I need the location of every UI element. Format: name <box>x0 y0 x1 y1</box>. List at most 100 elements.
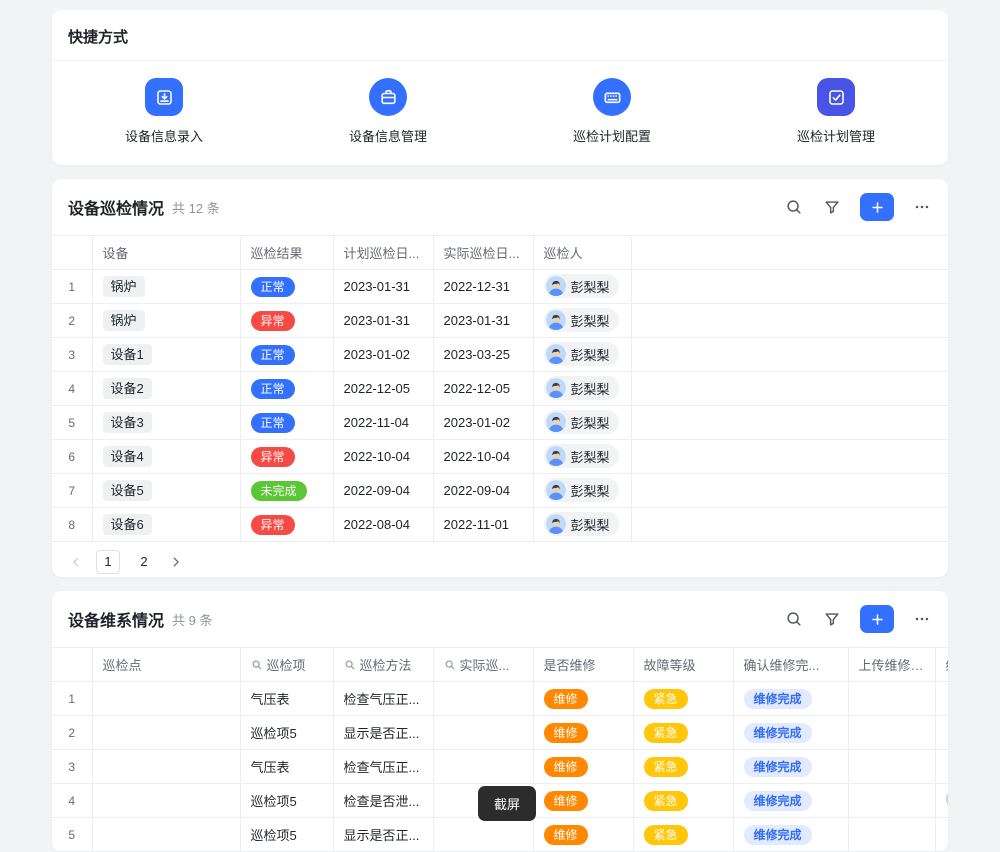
cell-extra[interactable] <box>935 750 948 784</box>
cell-item[interactable]: 气压表 <box>240 750 333 784</box>
search-button[interactable] <box>784 609 804 629</box>
shortcut-item-2[interactable]: 设备信息管理 <box>276 78 500 145</box>
cell-level[interactable]: 紧急 <box>633 750 733 784</box>
cell-inspector[interactable]: 彭梨梨 <box>533 372 631 406</box>
column-header[interactable]: 巡检人 <box>533 236 631 270</box>
column-header[interactable]: 确认维修完... <box>733 648 848 682</box>
add-record-button[interactable] <box>860 193 894 221</box>
cell-method[interactable]: 显示是否正... <box>333 818 433 852</box>
cell-item[interactable]: 巡检项5 <box>240 818 333 852</box>
cell-inspector[interactable]: 彭梨梨 <box>533 440 631 474</box>
prev-page-button[interactable] <box>68 554 84 570</box>
cell-inspector[interactable]: 彭梨梨 <box>533 270 631 304</box>
cell-upload[interactable] <box>848 818 935 852</box>
cell-actual[interactable] <box>433 716 533 750</box>
cell-method[interactable]: 显示是否正... <box>333 716 433 750</box>
cell-device[interactable]: 设备4 <box>92 440 240 474</box>
cell-device[interactable]: 设备3 <box>92 406 240 440</box>
shortcut-item-1[interactable]: 设备信息录入 <box>52 78 276 145</box>
cell-confirm[interactable]: 维修完成 <box>733 750 848 784</box>
column-header[interactable]: 上传维修结... <box>848 648 935 682</box>
cell-point[interactable] <box>92 818 240 852</box>
cell-upload[interactable] <box>848 716 935 750</box>
cell-result[interactable]: 正常 <box>240 406 333 440</box>
cell-repair[interactable]: 维修 <box>533 750 633 784</box>
cell-planned-date[interactable]: 2022-09-04 <box>333 474 433 508</box>
cell-planned-date[interactable]: 2022-08-04 <box>333 508 433 542</box>
cell-method[interactable]: 检查气压正... <box>333 750 433 784</box>
cell-item[interactable]: 气压表 <box>240 682 333 716</box>
cell-actual-date[interactable]: 2022-12-31 <box>433 270 533 304</box>
cell-planned-date[interactable]: 2023-01-02 <box>333 338 433 372</box>
column-header[interactable]: 是否维修 <box>533 648 633 682</box>
cell-actual-date[interactable]: 2022-09-04 <box>433 474 533 508</box>
cell-planned-date[interactable]: 2023-01-31 <box>333 270 433 304</box>
cell-confirm[interactable]: 维修完成 <box>733 716 848 750</box>
maintenance-row[interactable]: 1气压表检查气压正...维修紧急维修完成 <box>52 682 948 716</box>
column-header[interactable]: 巡检方法 <box>333 648 433 682</box>
cell-result[interactable]: 正常 <box>240 270 333 304</box>
shortcut-item-4[interactable]: 巡检计划管理 <box>724 78 948 145</box>
cell-confirm[interactable]: 维修完成 <box>733 682 848 716</box>
inspection-row[interactable]: 1锅炉正常2023-01-312022-12-31彭梨梨 <box>52 270 948 304</box>
cell-upload[interactable] <box>848 682 935 716</box>
page-1-button[interactable]: 1 <box>96 550 120 574</box>
cell-point[interactable] <box>92 716 240 750</box>
cell-item[interactable]: 巡检项5 <box>240 716 333 750</box>
column-header[interactable]: 巡检点 <box>92 648 240 682</box>
cell-repair[interactable]: 维修 <box>533 682 633 716</box>
cell-device[interactable]: 设备1 <box>92 338 240 372</box>
cell-result[interactable]: 未完成 <box>240 474 333 508</box>
add-record-button[interactable] <box>860 605 894 633</box>
cell-upload[interactable] <box>848 784 935 818</box>
filter-button[interactable] <box>822 197 842 217</box>
cell-repair[interactable]: 维修 <box>533 784 633 818</box>
cell-actual-date[interactable]: 2022-11-01 <box>433 508 533 542</box>
column-header[interactable]: 设备 <box>92 236 240 270</box>
cell-repair[interactable]: 维修 <box>533 716 633 750</box>
cell-result[interactable]: 异常 <box>240 508 333 542</box>
cell-planned-date[interactable]: 2022-12-05 <box>333 372 433 406</box>
cell-planned-date[interactable]: 2023-01-31 <box>333 304 433 338</box>
cell-extra[interactable] <box>935 716 948 750</box>
cell-extra[interactable] <box>935 784 948 818</box>
cell-actual[interactable] <box>433 682 533 716</box>
cell-point[interactable] <box>92 682 240 716</box>
maintenance-row[interactable]: 5巡检项5显示是否正...维修紧急维修完成 <box>52 818 948 852</box>
column-header[interactable]: 实际巡检日... <box>433 236 533 270</box>
inspection-row[interactable]: 3设备1正常2023-01-022023-03-25彭梨梨 <box>52 338 948 372</box>
cell-device[interactable]: 设备6 <box>92 508 240 542</box>
cell-actual-date[interactable]: 2022-10-04 <box>433 440 533 474</box>
inspection-row[interactable]: 2锅炉异常2023-01-312023-01-31彭梨梨 <box>52 304 948 338</box>
column-header[interactable]: 计划巡检日... <box>333 236 433 270</box>
cell-confirm[interactable]: 维修完成 <box>733 784 848 818</box>
search-button[interactable] <box>784 197 804 217</box>
cell-method[interactable]: 检查是否泄... <box>333 784 433 818</box>
maintenance-row[interactable]: 2巡检项5显示是否正...维修紧急维修完成 <box>52 716 948 750</box>
cell-inspector[interactable]: 彭梨梨 <box>533 406 631 440</box>
cell-level[interactable]: 紧急 <box>633 818 733 852</box>
cell-confirm[interactable]: 维修完成 <box>733 818 848 852</box>
next-page-button[interactable] <box>168 554 184 570</box>
inspection-row[interactable]: 4设备2正常2022-12-052022-12-05彭梨梨 <box>52 372 948 406</box>
column-header[interactable]: 故障等级 <box>633 648 733 682</box>
more-button[interactable] <box>912 197 932 217</box>
cell-extra[interactable] <box>935 818 948 852</box>
inspection-row[interactable]: 8设备6异常2022-08-042022-11-01彭梨梨 <box>52 508 948 542</box>
cell-upload[interactable] <box>848 750 935 784</box>
cell-actual-date[interactable]: 2023-01-31 <box>433 304 533 338</box>
cell-device[interactable]: 设备2 <box>92 372 240 406</box>
cell-actual-date[interactable]: 2023-01-02 <box>433 406 533 440</box>
cell-level[interactable]: 紧急 <box>633 682 733 716</box>
cell-device[interactable]: 锅炉 <box>92 270 240 304</box>
cell-device[interactable]: 锅炉 <box>92 304 240 338</box>
cell-point[interactable] <box>92 784 240 818</box>
cell-method[interactable]: 检查气压正... <box>333 682 433 716</box>
cell-repair[interactable]: 维修 <box>533 818 633 852</box>
filter-button[interactable] <box>822 609 842 629</box>
shortcut-item-3[interactable]: 巡检计划配置 <box>500 78 724 145</box>
cell-actual[interactable] <box>433 818 533 852</box>
inspection-row[interactable]: 5设备3正常2022-11-042023-01-02彭梨梨 <box>52 406 948 440</box>
cell-result[interactable]: 异常 <box>240 304 333 338</box>
column-header[interactable]: 维... <box>935 648 948 682</box>
